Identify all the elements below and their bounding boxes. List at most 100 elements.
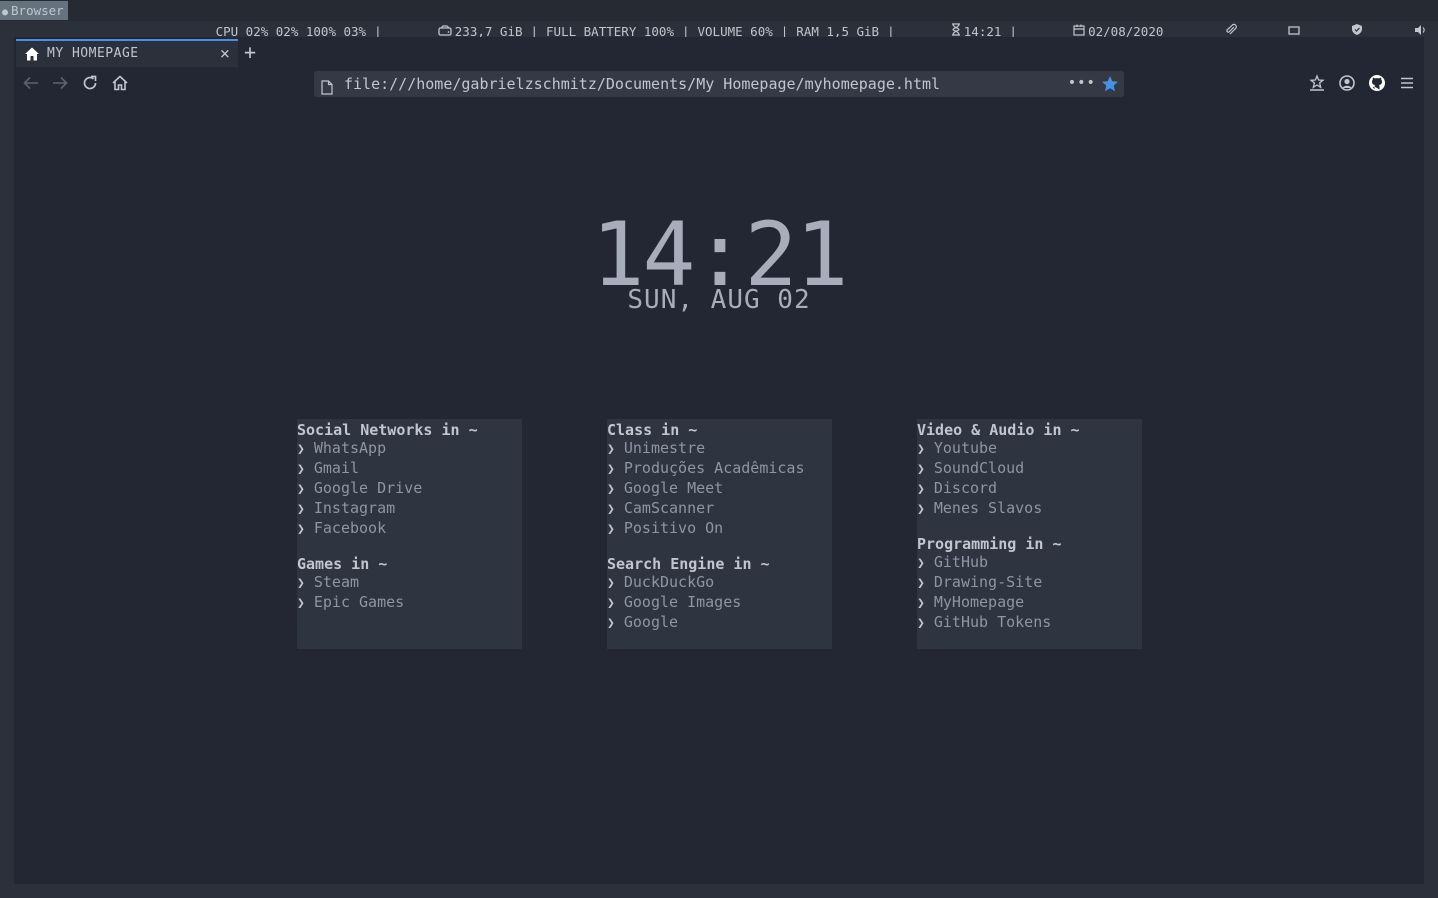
bookmark-group: Video & Audio in ~ ❯ Youtube ❯ SoundClou…: [917, 421, 1142, 519]
chevron-right-icon: ❯: [297, 522, 305, 537]
bookmark-link[interactable]: ❯ SoundCloud: [917, 459, 1142, 479]
group-heading: Class in ~: [607, 421, 698, 439]
link-label: Youtube: [933, 439, 998, 457]
bookmark-link[interactable]: ❯ GitHub: [917, 553, 1142, 573]
chevron-right-icon: ❯: [297, 442, 305, 457]
chevron-right-icon: ❯: [297, 482, 305, 497]
bookmark-link[interactable]: ❯ Positivo On: [607, 519, 832, 539]
bookmark-link[interactable]: ❯ Google Drive: [297, 479, 522, 499]
bookmark-group: Class in ~ ❯ Unimestre ❯ Produções Acadê…: [607, 421, 832, 539]
bookmark-link[interactable]: ❯ Steam: [297, 573, 522, 593]
group-heading: Games in ~: [297, 555, 388, 573]
chevron-right-icon: ❯: [297, 502, 305, 517]
link-label: Steam: [313, 573, 360, 591]
page-icon: [320, 77, 334, 95]
chevron-right-icon: ❯: [297, 462, 305, 477]
close-tab-icon[interactable]: ×: [220, 41, 230, 67]
chevron-right-icon: ❯: [297, 596, 305, 611]
link-label: DuckDuckGo: [623, 573, 715, 591]
home-favicon-icon: [24, 46, 40, 62]
system-status-bar: ● Browser CPU 02% 02% 100% 03% | 233,7 Gi…: [0, 0, 1438, 39]
github-icon[interactable]: [1368, 74, 1388, 94]
bookmark-card-class-search: Class in ~ ❯ Unimestre ❯ Produções Acadê…: [607, 419, 832, 649]
tab-title: MY HOMEPAGE: [47, 46, 139, 61]
chevron-right-icon: ❯: [917, 442, 925, 457]
group-heading: Search Engine in ~: [607, 555, 770, 573]
chevron-right-icon: ❯: [917, 482, 925, 497]
page-content: 14:21 SUN, AUG 02 Social Networks in ~ ❯…: [14, 101, 1424, 884]
chevron-right-icon: ❯: [607, 462, 615, 477]
bookmark-group: Social Networks in ~ ❯ WhatsApp ❯ Gmail …: [297, 421, 522, 539]
bookmark-group: Search Engine in ~ ❯ DuckDuckGo ❯ Google…: [607, 555, 832, 633]
link-label: Facebook: [313, 519, 387, 537]
chevron-right-icon: ❯: [607, 502, 615, 517]
bookmark-link[interactable]: ❯ Produções Acadêmicas: [607, 459, 832, 479]
chevron-right-icon: ❯: [917, 462, 925, 477]
link-label: WhatsApp: [313, 439, 387, 457]
account-icon[interactable]: [1338, 74, 1358, 94]
url-text[interactable]: file:///home/gabrielzschmitz/Documents/M…: [344, 71, 940, 97]
workspace-indicator[interactable]: ● Browser: [0, 1, 68, 20]
bookmark-link[interactable]: ❯ Epic Games: [297, 593, 522, 613]
home-icon[interactable]: [111, 74, 131, 94]
chevron-right-icon: ❯: [917, 576, 925, 591]
reload-icon[interactable]: [81, 74, 101, 94]
link-label: Menes Slavos: [933, 499, 1043, 517]
chevron-right-icon: ❯: [917, 616, 925, 631]
bookmark-star-icon[interactable]: [1101, 75, 1119, 93]
date-display: SUN, AUG 02: [627, 285, 811, 315]
new-tab-button[interactable]: +: [244, 40, 256, 64]
bookmark-link[interactable]: ❯ MyHomepage: [917, 593, 1142, 613]
bookmark-link[interactable]: ❯ WhatsApp: [297, 439, 522, 459]
chevron-right-icon: ❯: [917, 596, 925, 611]
navigation-bar: file:///home/gabrielzschmitz/Documents/M…: [14, 67, 1424, 101]
browser-window: MY HOMEPAGE × + file:///home/gabrielzsch…: [14, 37, 1424, 884]
link-label: MyHomepage: [933, 593, 1025, 611]
workspace-label: Browser: [11, 3, 64, 18]
link-label: Epic Games: [313, 593, 405, 611]
chevron-right-icon: ❯: [607, 482, 615, 497]
bookmark-link[interactable]: ❯ Instagram: [297, 499, 522, 519]
group-heading: Video & Audio in ~: [917, 421, 1080, 439]
link-label: Google: [623, 613, 679, 631]
forward-arrow-icon[interactable]: [51, 74, 71, 94]
library-icon[interactable]: [1308, 74, 1328, 94]
link-label: Drawing-Site: [933, 573, 1043, 591]
chevron-right-icon: ❯: [607, 442, 615, 457]
chevron-right-icon: ❯: [607, 616, 615, 631]
chevron-right-icon: ❯: [917, 556, 925, 571]
bookmark-link[interactable]: ❯ Discord: [917, 479, 1142, 499]
bookmark-link[interactable]: ❯ Facebook: [297, 519, 522, 539]
bookmark-link[interactable]: ❯ Drawing-Site: [917, 573, 1142, 593]
bookmark-link[interactable]: ❯ Google Images: [607, 593, 832, 613]
bookmark-link[interactable]: ❯ Google: [607, 613, 832, 633]
bookmark-link[interactable]: ❯ DuckDuckGo: [607, 573, 832, 593]
link-label: Instagram: [313, 499, 396, 517]
link-label: GitHub Tokens: [933, 613, 1052, 631]
bookmark-link[interactable]: ❯ Gmail: [297, 459, 522, 479]
link-label: SoundCloud: [933, 459, 1025, 477]
bookmark-link[interactable]: ❯ Unimestre: [607, 439, 832, 459]
bookmark-group: Programming in ~ ❯ GitHub ❯ Drawing-Site…: [917, 535, 1142, 633]
bookmark-link[interactable]: ❯ CamScanner: [607, 499, 832, 519]
workspace-dot-icon: ●: [2, 7, 9, 18]
back-arrow-icon[interactable]: [22, 74, 42, 94]
chevron-right-icon: ❯: [607, 596, 615, 611]
link-label: Discord: [933, 479, 998, 497]
bookmark-link[interactable]: ❯ Youtube: [917, 439, 1142, 459]
link-label: Google Drive: [313, 479, 423, 497]
bookmark-link[interactable]: ❯ Google Meet: [607, 479, 832, 499]
group-heading: Programming in ~: [917, 535, 1062, 553]
menu-icon[interactable]: [1398, 74, 1418, 94]
bookmark-card-social-games: Social Networks in ~ ❯ WhatsApp ❯ Gmail …: [297, 419, 522, 649]
link-label: Unimestre: [623, 439, 706, 457]
page-actions-icon[interactable]: •••: [1068, 70, 1096, 96]
link-label: Google Images: [623, 593, 742, 611]
bookmark-link[interactable]: ❯ Menes Slavos: [917, 499, 1142, 519]
link-label: Positivo On: [623, 519, 724, 537]
bookmark-link[interactable]: ❯ GitHub Tokens: [917, 613, 1142, 633]
link-label: Google Meet: [623, 479, 724, 497]
tab-my-homepage[interactable]: MY HOMEPAGE ×: [16, 39, 238, 67]
url-bar[interactable]: file:///home/gabrielzschmitz/Documents/M…: [314, 71, 1124, 97]
chevron-right-icon: ❯: [607, 576, 615, 591]
